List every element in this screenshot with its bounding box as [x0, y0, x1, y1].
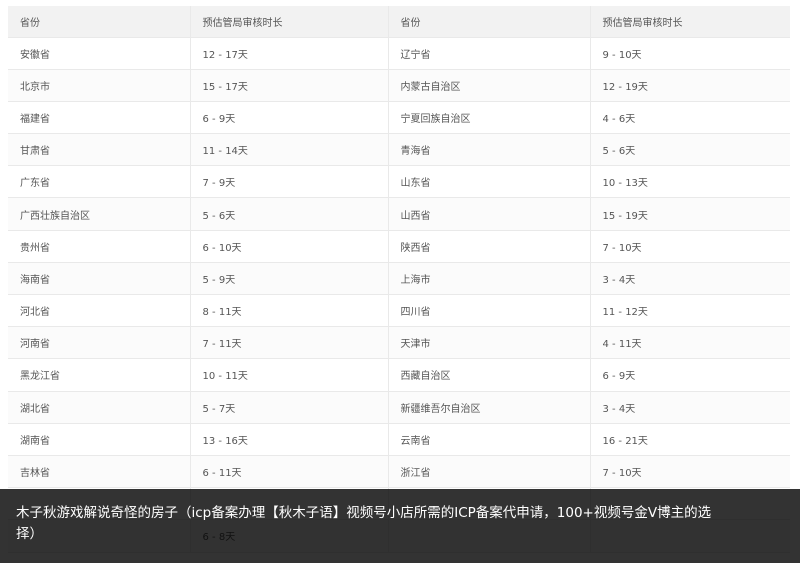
- province-cell: 云南省: [388, 423, 591, 456]
- province-cell: 山东省: [388, 165, 591, 199]
- province-cell: 海南省: [8, 262, 191, 296]
- review-time-cell: 3 - 4天: [590, 262, 790, 296]
- table-row: 河南省 7 - 11天 天津市 4 - 11天: [8, 326, 790, 360]
- header-review-time-1: 预估管局审核时长: [190, 6, 389, 38]
- header-province-1: 省份: [8, 6, 191, 38]
- province-cell: 黑龙江省: [8, 358, 191, 392]
- review-time-cell: 7 - 9天: [190, 165, 389, 199]
- review-time-cell: 4 - 11天: [590, 326, 790, 360]
- review-time-cell: 9 - 10天: [590, 37, 790, 70]
- province-cell: 河南省: [8, 326, 191, 360]
- table-row: 福建省 6 - 9天 宁夏回族自治区 4 - 6天: [8, 101, 790, 135]
- table-row: 吉林省 6 - 11天 浙江省 7 - 10天: [8, 455, 790, 489]
- province-cell: 山西省: [388, 197, 591, 231]
- province-cell: 甘肃省: [8, 133, 191, 167]
- province-cell: 河北省: [8, 294, 191, 328]
- province-cell: 福建省: [8, 101, 191, 135]
- province-cell: 辽宁省: [388, 37, 591, 70]
- province-cell: 广东省: [8, 165, 191, 199]
- review-time-cell: 4 - 6天: [590, 101, 790, 135]
- review-time-cell: 5 - 6天: [190, 197, 389, 231]
- review-time-cell: 8 - 11天: [190, 294, 389, 328]
- review-time-cell: 12 - 17天: [190, 37, 389, 70]
- review-time-cell: 15 - 17天: [190, 69, 389, 102]
- review-time-cell: 6 - 11天: [190, 455, 389, 489]
- table-row: 广东省 7 - 9天 山东省 10 - 13天: [8, 165, 790, 199]
- table-row: 北京市 15 - 17天 内蒙古自治区 12 - 19天: [8, 69, 790, 102]
- province-cell: 广西壮族自治区: [8, 197, 191, 231]
- province-cell: 内蒙古自治区: [388, 69, 591, 102]
- review-time-cell: 5 - 6天: [590, 133, 790, 167]
- table-row: 安徽省 12 - 17天 辽宁省 9 - 10天: [8, 37, 790, 70]
- review-time-cell: 5 - 9天: [190, 262, 389, 296]
- table-row: 湖北省 5 - 7天 新疆维吾尔自治区 3 - 4天: [8, 391, 790, 424]
- province-cell: 青海省: [388, 133, 591, 167]
- province-cell: 湖南省: [8, 423, 191, 456]
- review-time-cell: 7 - 10天: [590, 455, 790, 489]
- table-row: 黑龙江省 10 - 11天 西藏自治区 6 - 9天: [8, 358, 790, 392]
- province-cell: 西藏自治区: [388, 358, 591, 392]
- province-cell: 吉林省: [8, 455, 191, 489]
- province-cell: 贵州省: [8, 230, 191, 263]
- province-cell: 上海市: [388, 262, 591, 296]
- province-cell: 北京市: [8, 69, 191, 102]
- review-time-cell: 7 - 10天: [590, 230, 790, 263]
- review-time-cell: 16 - 21天: [590, 423, 790, 456]
- review-time-cell: 5 - 7天: [190, 391, 389, 424]
- province-cell: 天津市: [388, 326, 591, 360]
- review-time-cell: 6 - 10天: [190, 230, 389, 263]
- table-header-row: 省份 预估管局审核时长 省份 预估管局审核时长: [8, 6, 790, 38]
- province-cell: 浙江省: [388, 455, 591, 489]
- province-cell: 湖北省: [8, 391, 191, 424]
- review-time-cell: 15 - 19天: [590, 197, 790, 231]
- table-row: 甘肃省 11 - 14天 青海省 5 - 6天: [8, 133, 790, 167]
- review-time-cell: 12 - 19天: [590, 69, 790, 102]
- table-row: 海南省 5 - 9天 上海市 3 - 4天: [8, 262, 790, 296]
- review-time-cell: 6 - 9天: [590, 358, 790, 392]
- review-time-cell: 3 - 4天: [590, 391, 790, 424]
- province-cell: 宁夏回族自治区: [388, 101, 591, 135]
- review-time-cell: 10 - 11天: [190, 358, 389, 392]
- review-time-cell: 7 - 11天: [190, 326, 389, 360]
- header-review-time-2: 预估管局审核时长: [590, 6, 790, 38]
- province-cell: 陕西省: [388, 230, 591, 263]
- caption-overlay: 木子秋游戏解说奇怪的房子（icp备案办理【秋木子语】视频号小店所需的ICP备案代…: [0, 489, 800, 563]
- table-row: 贵州省 6 - 10天 陕西省 7 - 10天: [8, 230, 790, 263]
- caption-text: 木子秋游戏解说奇怪的房子（icp备案办理【秋木子语】视频号小店所需的ICP备案代…: [16, 505, 712, 542]
- review-time-cell: 13 - 16天: [190, 423, 389, 456]
- table-row: 广西壮族自治区 5 - 6天 山西省 15 - 19天: [8, 197, 790, 231]
- province-cell: 四川省: [388, 294, 591, 328]
- province-table: 省份 预估管局审核时长 省份 预估管局审核时长 安徽省 12 - 17天 辽宁省 9 …: [8, 6, 790, 553]
- review-time-cell: 10 - 13天: [590, 165, 790, 199]
- table-row: 河北省 8 - 11天 四川省 11 - 12天: [8, 294, 790, 328]
- province-cell: 新疆维吾尔自治区: [388, 391, 591, 424]
- icp-review-time-table: 省份 预估管局审核时长 省份 预估管局审核时长 安徽省 12 - 17天 辽宁省 9 …: [8, 6, 790, 563]
- header-province-2: 省份: [388, 6, 591, 38]
- table-row: 湖南省 13 - 16天 云南省 16 - 21天: [8, 423, 790, 456]
- review-time-cell: 11 - 14天: [190, 133, 389, 167]
- province-cell: 安徽省: [8, 37, 191, 70]
- review-time-cell: 6 - 9天: [190, 101, 389, 135]
- review-time-cell: 11 - 12天: [590, 294, 790, 328]
